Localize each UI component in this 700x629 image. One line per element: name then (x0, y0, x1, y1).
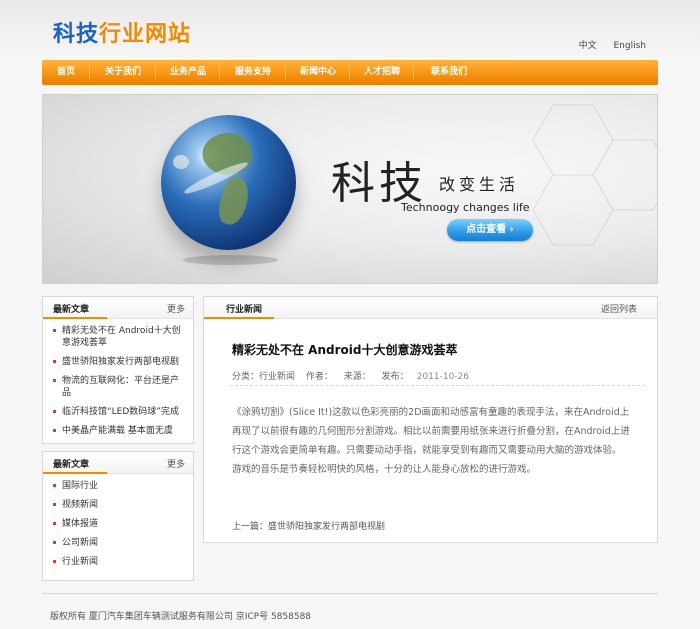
box-title: 最新文章 (53, 460, 90, 470)
list-item[interactable]: 媒体报道 (51, 518, 185, 530)
nav-news[interactable]: 新闻中心 (286, 60, 350, 85)
list-item[interactable]: 公司新闻 (51, 537, 185, 549)
more-link[interactable]: 更多 (167, 457, 185, 470)
list-item[interactable]: 国际行业 (51, 480, 185, 492)
panel-header: 行业新闻 返回列表 (204, 297, 657, 319)
box-header: 最新文章 更多 (43, 452, 193, 474)
box-header: 最新文章 更多 (43, 297, 193, 319)
logo-text-orange: 行业网站 (99, 22, 192, 47)
nav-contact[interactable]: 联系我们 (414, 60, 484, 85)
list-item[interactable]: 物流的互联网化：平台还是产品 (51, 375, 185, 399)
article-body: 《涂鸦切割》(Slice It!)这款以色彩亮丽的2D画面和动感富有童趣的表现手… (232, 407, 630, 475)
categories-box: 最新文章 更多 国际行业 视频新闻 媒体报道 公司新闻 行业新闻 (42, 451, 194, 581)
article-source: 来源： (343, 372, 371, 382)
main-nav: 首页 关于我们 业务产品 服务支持 新闻中心 人才招聘 联系我们 (42, 60, 658, 85)
list-item[interactable]: 视频新闻 (51, 499, 185, 511)
list-item[interactable]: 行业新闻 (51, 556, 185, 568)
article-author: 作者： (305, 372, 333, 382)
list-item[interactable]: 精彩无处不在 Android十大创意游戏荟萃 (51, 325, 185, 349)
article-category: 分类：行业新闻 (232, 372, 296, 382)
globe-shadow (183, 255, 278, 265)
banner-view-button[interactable]: 点击查看 › (447, 219, 533, 241)
section-title: 行业新闻 (226, 305, 263, 315)
article-list: 精彩无处不在 Android十大创意游戏荟萃 盛世骄阳独家发行两部电视剧 物流的… (43, 319, 193, 446)
article-panel: 行业新闻 返回列表 精彩无处不在 Android十大创意游戏荟萃 分类：行业新闻… (203, 296, 658, 543)
lang-zh-link[interactable]: 中文 (579, 41, 597, 51)
hexagon-pattern (532, 104, 657, 246)
nav-home[interactable]: 首页 (42, 60, 90, 85)
nav-about[interactable]: 关于我们 (90, 60, 156, 85)
article-date: 2011-10-26 (416, 372, 469, 382)
footer-divider (42, 593, 658, 594)
earth-globe-image (161, 115, 296, 250)
banner-english-slogan: Technoogy changes life (401, 201, 530, 214)
nav-careers[interactable]: 人才招聘 (350, 60, 414, 85)
nav-support[interactable]: 服务支持 (220, 60, 286, 85)
language-switcher: 中文 English (565, 38, 646, 51)
list-item[interactable]: 中美晶产能满载 基本面无虞 (51, 425, 185, 437)
more-link[interactable]: 更多 (167, 302, 185, 315)
article-published-label: 发布： (381, 372, 409, 382)
banner-subtitle: 改变生活 (439, 175, 520, 194)
logo-text-blue: 科技 (53, 22, 100, 47)
prev-article-link[interactable]: 上一篇：盛世骄阳独家发行两部电视剧 (232, 519, 385, 532)
article-title: 精彩无处不在 Android十大创意游戏荟萃 (232, 343, 458, 357)
article-meta: 分类：行业新闻 作者： 来源： 发布： 2011-10-26 (232, 369, 477, 382)
lang-en-link[interactable]: English (614, 41, 647, 51)
latest-articles-box: 最新文章 更多 精彩无处不在 Android十大创意游戏荟萃 盛世骄阳独家发行两… (42, 296, 194, 444)
footer-copyright: 版权所有 厦门汽车集团车辆测试服务有限公司 京ICP号 5858588 (50, 612, 312, 622)
hero-banner: 科技 改变生活 Technoogy changes life 点击查看 › (42, 94, 658, 284)
category-list: 国际行业 视频新闻 媒体报道 公司新闻 行业新闻 (43, 474, 193, 577)
back-to-list-link[interactable]: 返回列表 (601, 302, 637, 315)
box-title: 最新文章 (53, 305, 90, 315)
list-item[interactable]: 临沂科技馆“LED数码球”完成 (51, 406, 185, 418)
nav-products[interactable]: 业务产品 (156, 60, 220, 85)
site-logo[interactable]: 科技行业网站 (53, 16, 191, 48)
list-item[interactable]: 盛世骄阳独家发行两部电视剧 (51, 356, 185, 368)
divider (230, 385, 645, 386)
